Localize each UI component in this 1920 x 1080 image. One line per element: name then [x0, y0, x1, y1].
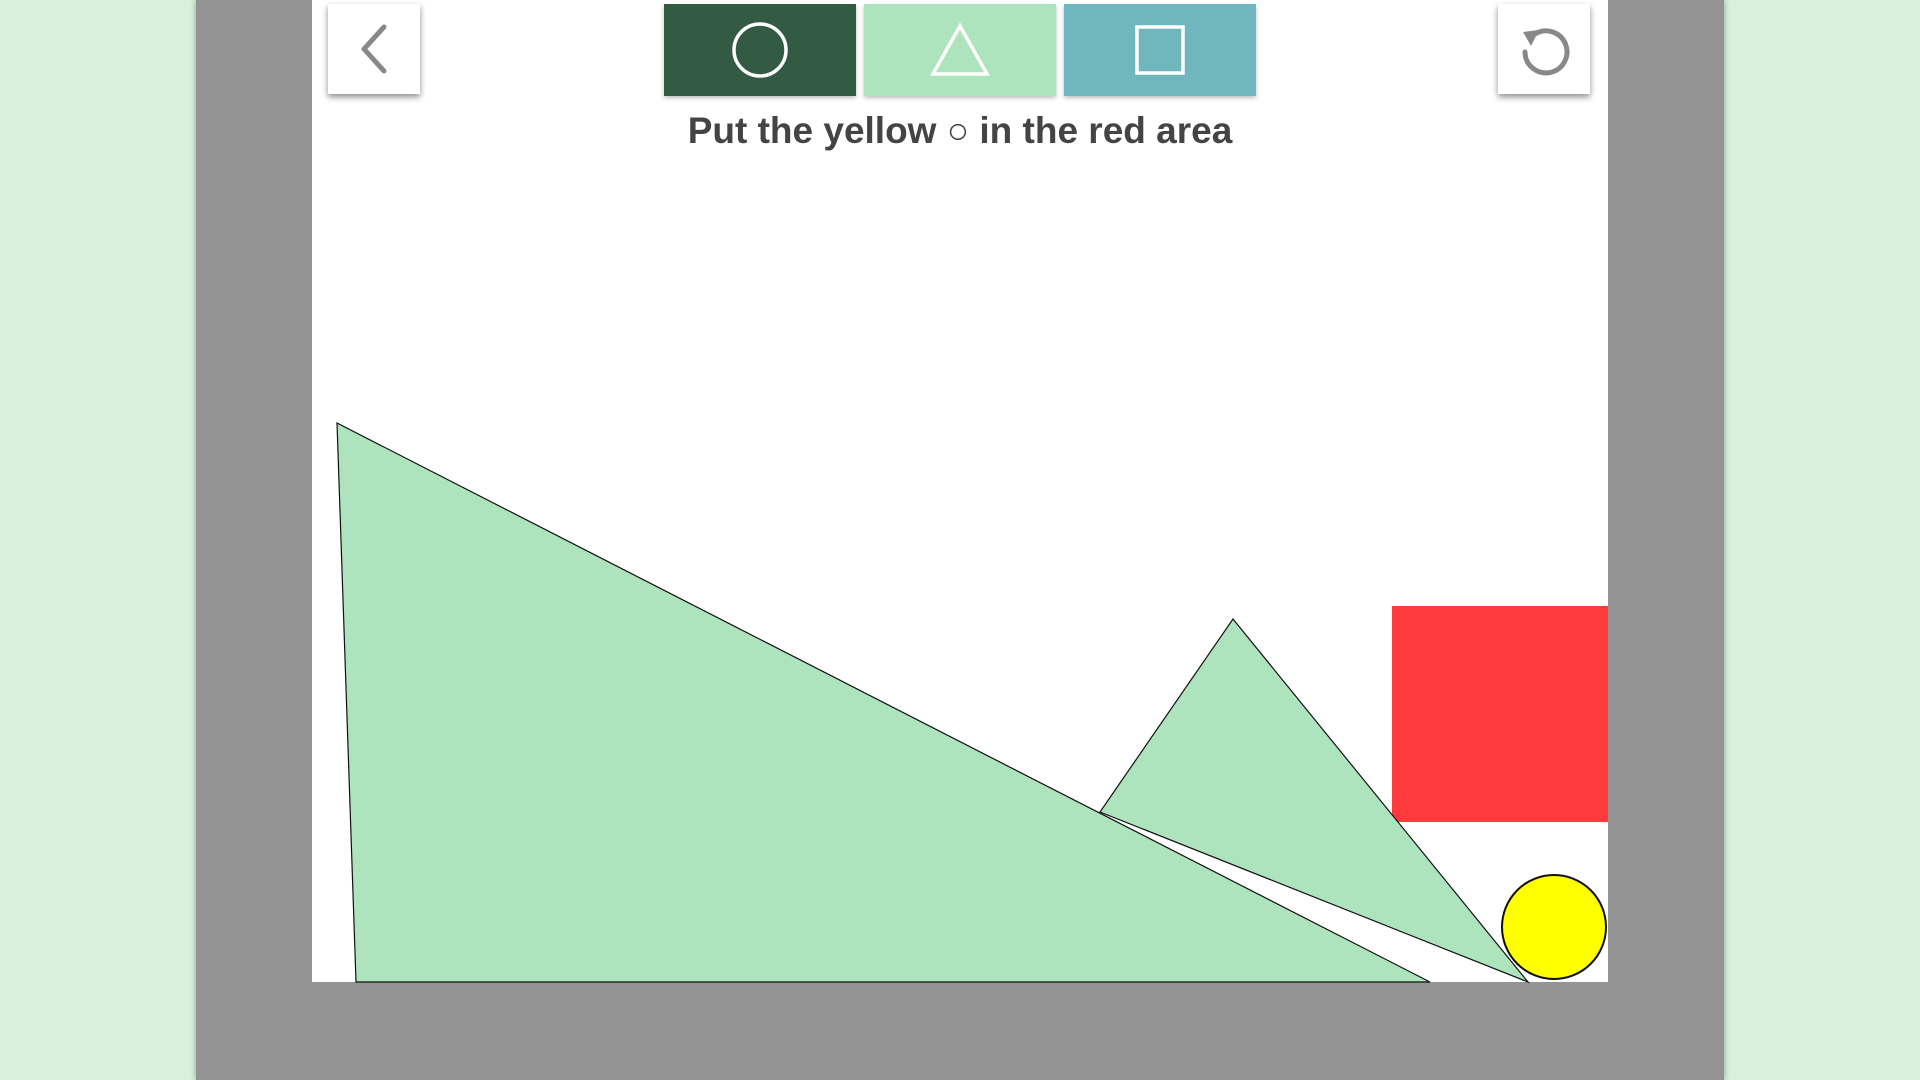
yellow-ball[interactable]	[1501, 874, 1607, 980]
square-icon	[1135, 25, 1185, 75]
instruction-text: Put the yellow ○ in the red area	[687, 110, 1233, 151]
back-button[interactable]	[328, 4, 420, 94]
goal-area	[1392, 606, 1608, 822]
tool-circle-button[interactable]	[664, 4, 856, 96]
triangle-icon	[930, 22, 990, 76]
tool-triangle-button[interactable]	[864, 4, 1056, 96]
scene-layer	[336, 422, 1608, 984]
tool-square-button[interactable]	[1064, 4, 1256, 96]
chevron-left-icon	[361, 24, 387, 74]
circle-icon	[732, 22, 788, 78]
reset-icon	[1522, 28, 1570, 76]
reset-button[interactable]	[1498, 4, 1590, 94]
